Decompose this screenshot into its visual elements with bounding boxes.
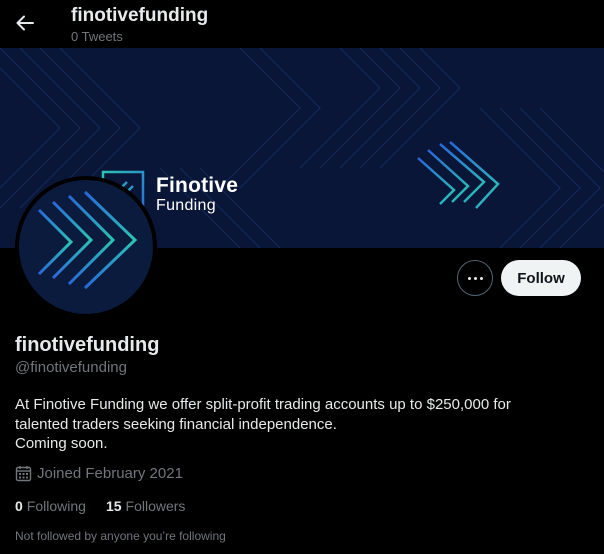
followers-link[interactable]: 15 Followers (106, 498, 185, 514)
following-count: 0 (15, 498, 23, 514)
joined-text: Joined February 2021 (37, 465, 183, 482)
bio-line: At Finotive Funding we offer split-profi… (15, 396, 511, 413)
followers-label: Followers (125, 498, 186, 514)
avatar-image (19, 180, 153, 314)
joined-date: Joined February 2021 (15, 465, 183, 482)
brand-name-line2: Funding (156, 197, 216, 214)
profile-bio: At Finotive Funding we offer split-profi… (15, 395, 575, 454)
avatar-chevrons-icon (37, 190, 138, 290)
tweet-count: 0 Tweets (71, 29, 123, 44)
not-followed-note: Not followed by anyone you’re following (15, 529, 226, 543)
display-name: finotivefunding (15, 334, 160, 356)
header-title: finotivefunding (71, 5, 209, 26)
follow-stats: 0 Following 15 Followers (15, 498, 185, 514)
calendar-icon (15, 466, 32, 482)
follow-button[interactable]: Follow (501, 260, 581, 296)
following-label: Following (26, 498, 86, 514)
bio-line: Coming soon. (15, 435, 108, 452)
top-bar: finotivefunding 0 Tweets (0, 0, 604, 48)
back-button[interactable] (10, 8, 40, 38)
more-dots-icon (467, 276, 471, 280)
more-options-button[interactable] (457, 260, 493, 296)
arrow-left-icon (16, 15, 34, 31)
following-link[interactable]: 0 Following (15, 498, 86, 514)
chevron-graphic-icon (417, 141, 500, 209)
user-handle: @finotivefunding (15, 359, 127, 376)
brand-name-line1: Finotive (156, 174, 239, 197)
avatar[interactable] (15, 176, 157, 318)
bio-line: talented traders seeking financial indep… (15, 415, 337, 433)
followers-count: 15 (105, 498, 122, 514)
